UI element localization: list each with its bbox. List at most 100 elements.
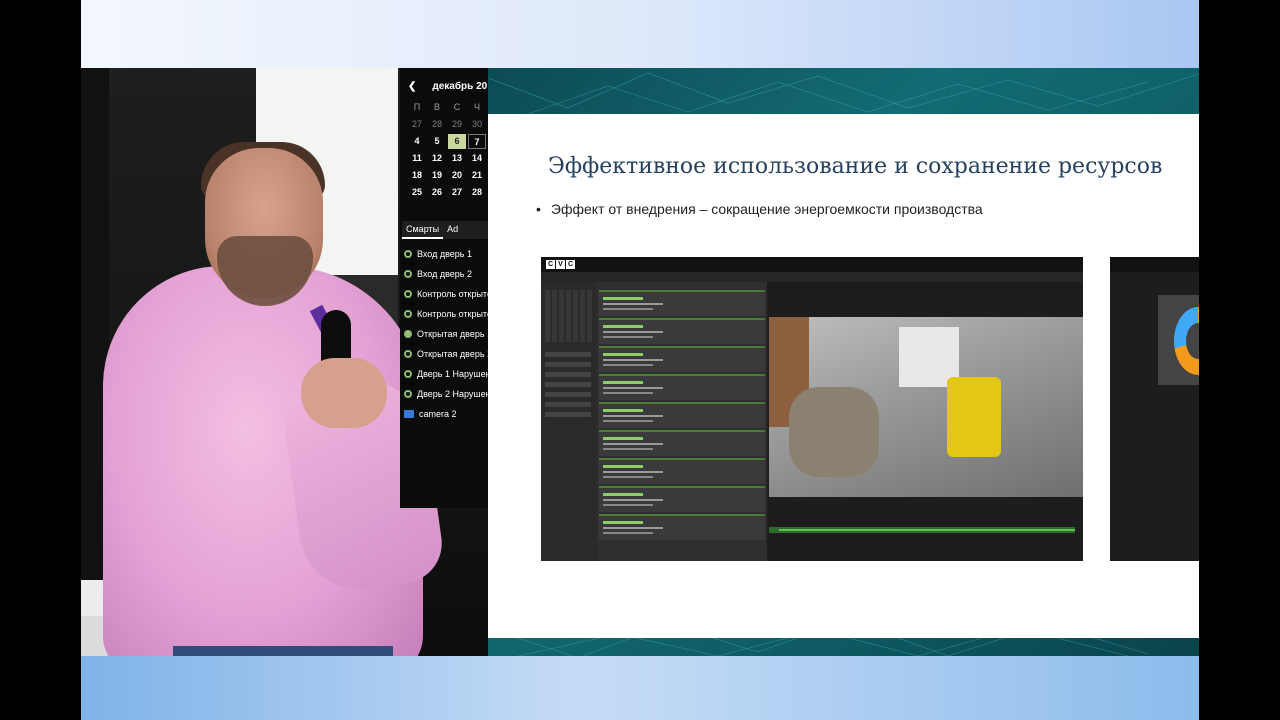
software-screenshot-2 (1110, 257, 1199, 561)
calendar-day: 21 (471, 170, 482, 180)
calendar-day: 28 (471, 187, 482, 197)
frame-bottom (81, 656, 1199, 720)
screenshot2-topbar (1110, 257, 1199, 272)
calendar-day: 6 (448, 134, 466, 149)
monitor-list-label: Вход дверь 1 (417, 249, 472, 259)
calendar-day: 7 (468, 134, 486, 149)
status-dot-icon (404, 290, 412, 298)
monitor-list-item: Дверь 2 Нарушени (404, 384, 488, 404)
monitor-list-label: Вход дверь 2 (417, 269, 472, 279)
letterbox-left (0, 0, 81, 720)
screenshot-list-row (545, 402, 591, 407)
screenshot-list-row (545, 382, 591, 387)
bullet-text: Эффект от внедрения – сокращение энергое… (550, 201, 983, 217)
status-dot-icon (404, 250, 412, 258)
frame-top (81, 0, 1199, 68)
video-forklift (947, 377, 1001, 457)
screenshot-calendar (545, 290, 593, 342)
screenshot-list-row (545, 392, 591, 397)
monitor-list-item: Контроль открыто (404, 304, 488, 324)
monitor-list-label: Контроль открыто (417, 289, 488, 299)
slide-title: Эффективное использование и сохранение р… (548, 154, 1163, 179)
calendar-day: 20 (451, 170, 462, 180)
cvc-logo: C V C (546, 260, 575, 269)
event-card (599, 374, 765, 400)
weekday-label: Ч (474, 102, 480, 112)
screenshot-list-row (545, 412, 591, 417)
slide-bullet: • Эффект от внедрения – сокращение энерг… (536, 201, 983, 217)
status-dot-icon (404, 270, 412, 278)
calendar-day: 27 (411, 119, 422, 129)
status-dot-icon (404, 370, 412, 378)
speaker-hand (301, 358, 387, 428)
monitor-list-item: camera 2 (404, 404, 488, 424)
screenshot-left-panel (541, 282, 597, 561)
screenshot-events (597, 282, 767, 561)
monitor-list-label: camera 2 (419, 409, 457, 419)
monitor-month-label: декабрь 20 (432, 80, 488, 92)
camera-video-frame (769, 317, 1083, 497)
calendar-day: 5 (434, 136, 440, 146)
event-card (599, 290, 765, 316)
calendar-day: 13 (451, 153, 462, 163)
calendar-day: 18 (411, 170, 422, 180)
monitor-tab: Ad (447, 224, 459, 234)
video-timeline (769, 527, 1075, 533)
monitor-list-label: Открытая дверь 1 (417, 329, 488, 339)
status-dot-icon (404, 310, 412, 318)
event-card (599, 430, 765, 456)
screenshot-list-row (545, 372, 591, 377)
monitor-list-item: Открытая дверь 1 (404, 324, 488, 344)
status-dot-icon (404, 350, 412, 358)
event-card (599, 346, 765, 372)
weekday-label: В (433, 102, 440, 112)
screenshot-subbar (541, 272, 1083, 282)
video-material-bags (789, 387, 879, 477)
monitor-calendar: П В С Ч 27 28 29 30 4 5 6 7 11 12 13 14 18 19 20 21 25 26 27 28 (408, 100, 488, 200)
calendar-day: 19 (431, 170, 442, 180)
event-card (599, 402, 765, 428)
bullet-marker: • (536, 201, 541, 217)
software-screenshot: C V C (541, 257, 1083, 561)
monitor-list-item: Вход дверь 1 (404, 244, 488, 264)
speaker-jeans (173, 646, 393, 656)
event-card (599, 458, 765, 484)
calendar-day: 25 (411, 187, 422, 197)
monitor-list-item: Открытая дверь 2 (404, 344, 488, 364)
status-dot-icon (404, 330, 412, 338)
weekday-label: П (413, 102, 421, 112)
monitor-list-item: Контроль открыто (404, 284, 488, 304)
presentation-slide: Эффективное использование и сохранение р… (488, 68, 1199, 656)
calendar-day: 14 (471, 153, 482, 163)
calendar-day: 30 (471, 119, 482, 129)
screenshot-topbar: C V C (541, 257, 1083, 272)
calendar-day: 28 (431, 119, 442, 129)
monitor-tab: Смарты (402, 221, 444, 239)
letterbox-right (1199, 0, 1280, 720)
monitor-list-label: Контроль открыто (417, 309, 488, 319)
chevron-left-icon: ❮ (408, 80, 417, 92)
monitor-list-label: Дверь 1 Нарушени (417, 369, 488, 379)
calendar-day: 4 (414, 136, 420, 146)
calendar-day: 11 (412, 153, 422, 163)
monitor-tabs: Смарты Ad (402, 221, 488, 239)
weekday-label: С (453, 102, 461, 112)
monitor-header: ❮ декабрь 20 (408, 78, 488, 94)
monitor-list: Вход дверь 1 Вход дверь 2 Контроль открыто… (404, 244, 488, 424)
calendar-day: 12 (431, 153, 442, 163)
monitor-list-label: Дверь 2 Нарушени (417, 389, 488, 399)
monitor-list-item: Дверь 1 Нарушени (404, 364, 488, 384)
event-card (599, 514, 765, 540)
calendar-day: 27 (451, 187, 462, 197)
monitor-list-item: Вход дверь 2 (404, 264, 488, 284)
background-monitor: ❮ декабрь 20 П В С Ч 27 28 29 30 4 5 6 7 11 12 13 14 18 1… (400, 68, 488, 508)
screenshot-list-row (545, 362, 591, 367)
status-dot-icon (404, 390, 412, 398)
monitor-list-label: Открытая дверь 2 (417, 349, 488, 359)
event-card (599, 318, 765, 344)
calendar-day: 29 (451, 119, 462, 129)
folder-icon (404, 410, 414, 418)
speaker (103, 142, 447, 656)
screenshot-list-row (545, 352, 591, 357)
calendar-day: 26 (431, 187, 442, 197)
